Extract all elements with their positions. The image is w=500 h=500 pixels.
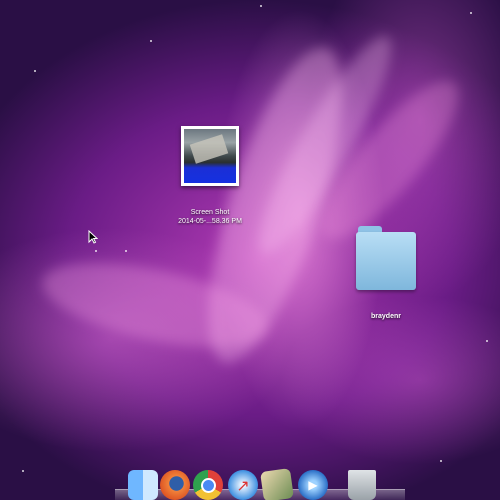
desktop-icon-braydenr[interactable]: braydenr: [348, 226, 424, 321]
star: [95, 250, 97, 252]
star: [125, 250, 127, 252]
star: [150, 40, 152, 42]
star: [486, 340, 488, 342]
wallpaper-streak: [35, 246, 275, 364]
star: [440, 460, 442, 462]
desktop-wallpaper: Screen Shot 2014-05-...58.36 PM braydenr…: [0, 0, 500, 500]
firefox-icon[interactable]: [160, 470, 190, 500]
desktop-icon-screen-shot[interactable]: Screen Shot 2014-05-...58.36 PM: [170, 126, 250, 226]
chrome-icon[interactable]: [193, 470, 223, 500]
quicktime-icon[interactable]: ▶: [298, 470, 328, 500]
star: [470, 12, 472, 14]
preview-icon[interactable]: [260, 468, 294, 500]
star: [34, 70, 36, 72]
finder-icon[interactable]: [128, 470, 158, 500]
star: [22, 470, 24, 472]
star: [260, 5, 262, 7]
image-thumbnail-icon: [181, 126, 239, 186]
file-name-line2: 2014-05-...58.36 PM: [178, 218, 242, 225]
desktop-icon-label: Screen Shot 2014-05-...58.36 PM: [170, 208, 250, 226]
folder-label: braydenr: [371, 313, 401, 320]
mouse-pointer-icon: [88, 230, 98, 244]
trash-icon[interactable]: [348, 470, 376, 500]
folder-icon: [354, 226, 418, 292]
safari-icon[interactable]: ↗: [228, 470, 258, 500]
file-name-line1: Screen Shot: [190, 209, 230, 216]
